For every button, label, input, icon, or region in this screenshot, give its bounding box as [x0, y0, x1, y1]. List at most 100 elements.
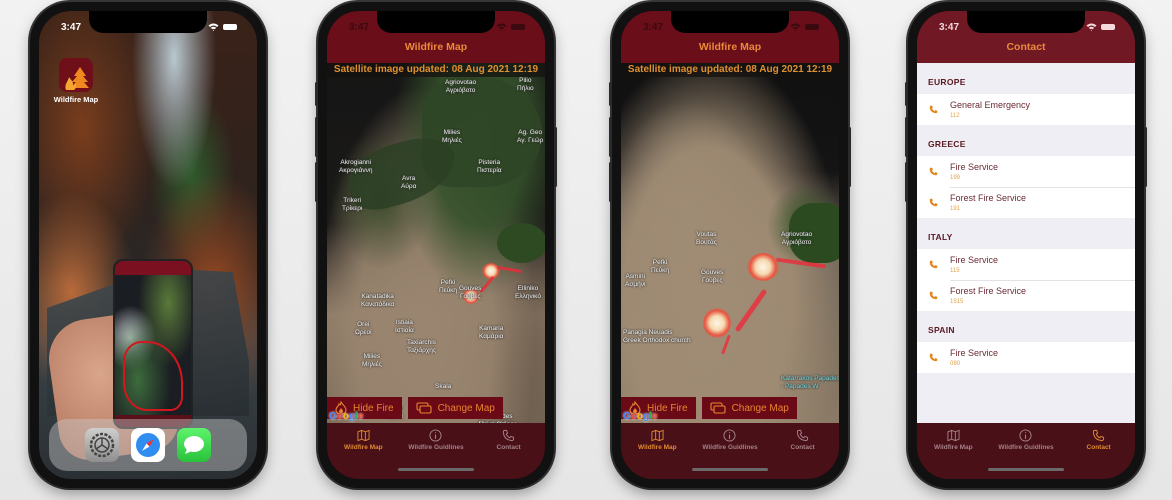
contact-name: General Emergency	[950, 100, 1031, 110]
wifi-icon	[496, 23, 507, 31]
nav-title: Wildfire Map	[698, 41, 762, 53]
contact-name: Fire Service	[950, 255, 999, 265]
fire-front	[496, 265, 523, 274]
map-label: Skala	[435, 383, 452, 390]
contact-row[interactable]: Fire Service 199	[917, 156, 1135, 187]
home-screen: 3:47 Wildfire Map	[39, 11, 257, 479]
section-header-spain: SPAIN	[928, 325, 955, 335]
battery-icon	[805, 24, 819, 30]
tab-wildfire-guidelines[interactable]: Wildfire Guidlines	[990, 429, 1062, 479]
contact-number: 191	[950, 206, 961, 212]
mini-phone-header	[115, 261, 191, 275]
map-label: Kamaria Καμάρια	[479, 325, 504, 340]
tab-label: Wildfire Guidlines	[998, 444, 1054, 451]
tab-wildfire-map[interactable]: Wildfire Map	[917, 429, 989, 479]
battery-icon	[511, 24, 525, 30]
phone-icon	[1093, 429, 1105, 442]
satellite-map[interactable]: Voutas Βουτάς Agriovotao Αγριόβοτο Pefki…	[621, 63, 839, 423]
tab-label: Wildfire Map	[344, 444, 383, 451]
volume-down-button	[315, 162, 318, 202]
contact-row[interactable]: Forest Fire Service 191	[917, 187, 1135, 218]
volume-down-button	[905, 162, 908, 202]
dock	[49, 419, 247, 471]
google-attribution: Google	[329, 411, 364, 422]
battery-icon	[223, 24, 237, 30]
status-time: 3:47	[349, 21, 370, 33]
map-label: Panagia Neuadis Greek Orthodox church	[623, 329, 691, 344]
phone-icon	[917, 260, 950, 269]
home-indicator	[988, 468, 1064, 471]
map-label: Pilio Πήλιο	[517, 77, 534, 92]
change-map-label: Change Map	[437, 402, 495, 414]
tab-label: Contact	[496, 444, 521, 451]
wifi-icon	[208, 23, 219, 31]
volume-up-button	[315, 117, 318, 157]
power-button	[1144, 127, 1147, 187]
map-label: Agriovotao Αγριόβοτο	[445, 79, 477, 94]
mute-switch	[609, 82, 612, 106]
notch	[377, 11, 495, 33]
tab-contact[interactable]: Contact	[473, 429, 545, 479]
contact-screen: 3:47 Contact EUROPE General Emergency 112…	[917, 11, 1135, 479]
map-label: Pisteria Πιστερία	[477, 159, 502, 174]
tab-wildfire-guidelines[interactable]: Wildfire Guidlines	[400, 429, 472, 479]
map-label: Taxiarchis Ταξιάρχης	[407, 339, 436, 354]
home-indicator	[398, 468, 474, 471]
battery-icon	[1101, 24, 1115, 30]
contact-row[interactable]: Forest Fire Service 1515	[917, 280, 1135, 311]
status-time: 3:47	[939, 21, 960, 33]
contact-row[interactable]: Fire Service 080	[917, 342, 1135, 373]
change-map-button[interactable]: Change Map	[701, 397, 797, 419]
tab-wildfire-map[interactable]: Wildfire Map	[327, 429, 399, 479]
contact-row[interactable]: General Emergency 112	[917, 94, 1135, 125]
phone-icon	[917, 291, 950, 300]
satellite-update-banner: Satellite image updated: 08 Aug 2021 12:…	[621, 63, 839, 77]
tab-contact[interactable]: Contact	[767, 429, 839, 479]
app-icon-label: Wildfire Map	[53, 95, 99, 104]
satellite-update-banner: Satellite image updated: 08 Aug 2021 12:…	[327, 63, 545, 77]
fire-hotspot	[703, 308, 731, 338]
layers-icon	[710, 402, 726, 414]
mute-switch	[315, 82, 318, 106]
map-label: Voutas Βουτάς	[696, 231, 717, 246]
messages-icon[interactable]	[177, 428, 211, 462]
map-label: Elliniko Ελληνικό	[515, 285, 541, 300]
tab-wildfire-map[interactable]: Wildfire Map	[621, 429, 693, 479]
app-showcase: 3:47 Wildfire Map 3:47 Wildfire Map Agri…	[0, 0, 1172, 500]
map-icon	[947, 429, 960, 442]
wildfire-map-app-icon[interactable]	[59, 58, 93, 92]
map-icon	[651, 429, 664, 442]
safari-icon[interactable]	[131, 428, 165, 462]
tab-contact[interactable]: Contact	[1063, 429, 1135, 479]
phone-icon	[503, 429, 515, 442]
map-label: Katarrakos Papades - Papades W	[781, 375, 839, 390]
notch	[671, 11, 789, 33]
info-icon	[723, 429, 737, 442]
contact-number: 080	[950, 361, 961, 367]
phone-icon	[917, 198, 950, 207]
change-map-button[interactable]: Change Map	[407, 397, 503, 419]
tab-wildfire-guidelines[interactable]: Wildfire Guidlines	[694, 429, 766, 479]
satellite-map[interactable]: Agriovotao Αγριόβοτο Pilio Πήλιο Milies …	[327, 63, 545, 423]
contact-row[interactable]: Fire Service 115	[917, 249, 1135, 280]
fire-front	[734, 288, 768, 333]
google-attribution: Google	[623, 411, 658, 422]
volume-up-button	[905, 117, 908, 157]
volume-down-button	[609, 162, 612, 202]
notch	[967, 11, 1085, 33]
phone-home-screen: 3:47 Wildfire Map	[30, 2, 266, 488]
phone-wildfire-map-2: 3:47 Wildfire Map Voutas Βουτάς Agriovot…	[609, 2, 851, 488]
change-map-label: Change Map	[731, 402, 789, 414]
power-button	[554, 127, 557, 187]
flame-tree-icon	[65, 67, 89, 90]
map-label: Orei Ωρεοί	[355, 321, 372, 336]
map-label: Agriovotao Αγριόβοτο	[781, 231, 813, 246]
map-label: Kanatadika Κανατάδικα	[361, 293, 395, 308]
map-label: Milies Μηλιές	[362, 353, 382, 368]
phone-icon	[917, 167, 950, 176]
settings-icon[interactable]	[85, 428, 119, 462]
map-label: Ag. Geo Αγ. Γεώρ	[517, 129, 544, 144]
notch	[89, 11, 207, 33]
contact-name: Forest Fire Service	[950, 286, 1027, 296]
power-button	[848, 127, 851, 187]
